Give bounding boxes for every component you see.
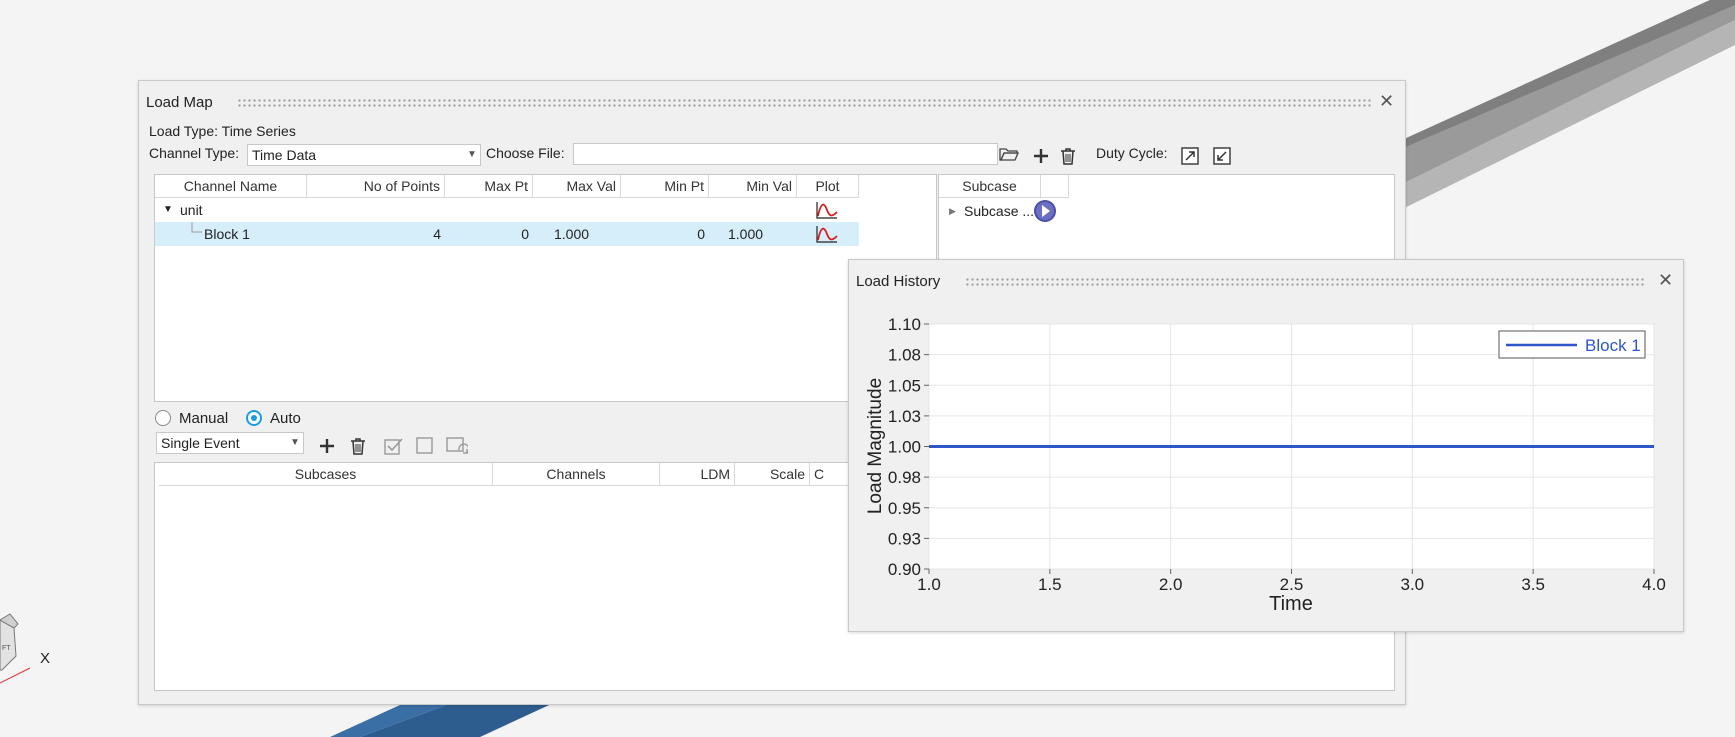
uncheck-all-icon[interactable] — [414, 435, 436, 457]
choose-file-input[interactable] — [573, 143, 998, 165]
auto-label: Auto — [270, 410, 301, 427]
duty-cycle-label: Duty Cycle: — [1096, 145, 1168, 161]
background-beam-top-right — [1380, 0, 1735, 220]
x-tick-label: 4.0 — [1642, 575, 1666, 594]
x-tick-label: 1.0 — [917, 575, 941, 594]
add-icon[interactable] — [316, 435, 338, 457]
play-icon[interactable] — [1033, 199, 1057, 229]
column-header-subcases[interactable]: Subcases — [159, 463, 493, 486]
column-header-channel-name[interactable]: Channel Name — [155, 175, 307, 198]
load-history-dialog: Load History ✕ 1.10 1.08 1.05 1.03 1.00 0.98 0… — [848, 259, 1684, 632]
column-header-scale[interactable]: Scale — [735, 463, 810, 486]
delete-icon[interactable] — [347, 435, 369, 457]
subcase-name: Subcase ... — [964, 203, 1035, 219]
y-tick-label: 1.05 — [888, 376, 921, 395]
add-icon[interactable] — [1030, 145, 1052, 167]
load-type-label: Load Type: Time Series — [149, 123, 296, 139]
svg-text:FT: FT — [2, 645, 11, 652]
max-pt-cell: 0 — [521, 226, 529, 242]
column-header-channels[interactable]: Channels — [493, 463, 660, 486]
y-tick-label: 1.00 — [888, 438, 921, 457]
column-header-max-val[interactable]: Max Val — [533, 175, 621, 198]
subcase-row[interactable]: ▶ Subcase ... — [939, 198, 1394, 224]
channel-type-label: Channel Type: — [149, 145, 240, 161]
event-type-value: Single Event — [161, 435, 240, 451]
column-header-ldm[interactable]: LDM — [660, 463, 735, 486]
choose-file-label: Choose File: — [486, 145, 565, 161]
x-tick-label: 2.0 — [1159, 575, 1183, 594]
column-header-c[interactable]: C — [810, 463, 850, 486]
load-map-close-icon[interactable]: ✕ — [1379, 92, 1394, 110]
load-history-title: Load History — [856, 273, 941, 290]
y-tick-label: 0.90 — [888, 560, 921, 579]
folder-open-icon[interactable] — [998, 143, 1020, 165]
channel-table: Channel Name No of Points Max Pt Max Val… — [154, 174, 937, 402]
auto-radio[interactable] — [246, 410, 262, 426]
plot-icon[interactable] — [815, 224, 839, 250]
load-map-drag-handle[interactable] — [237, 98, 1372, 108]
check-all-icon[interactable] — [383, 435, 405, 457]
column-header-plot[interactable]: Plot — [797, 175, 859, 198]
x-axis-label: Time — [1269, 593, 1313, 615]
column-header-min-pt[interactable]: Min Pt — [621, 175, 709, 198]
x-tick-label: 3.5 — [1521, 575, 1545, 594]
min-val-cell: 1.000 — [728, 226, 764, 242]
column-header-subcase[interactable]: Subcase — [939, 175, 1041, 198]
group-name: unit — [180, 202, 203, 218]
expand-triangle-icon[interactable]: ▼ — [163, 199, 173, 221]
max-val-cell: 1.000 — [554, 226, 590, 242]
expand-triangle-icon[interactable]: ▶ — [949, 200, 956, 222]
chart-svg: 1.10 1.08 1.05 1.03 1.00 0.98 0.95 0.93 0.901.0 1… — [865, 315, 1666, 615]
refresh-icon[interactable] — [446, 435, 468, 457]
channel-type-select[interactable]: Time Data ▼ — [247, 144, 481, 166]
load-map-title: Load Map — [146, 94, 213, 111]
x-tick-label: 2.5 — [1280, 575, 1304, 594]
y-tick-label: 0.93 — [888, 529, 921, 548]
column-header-blank — [1041, 175, 1069, 198]
chevron-down-icon: ▼ — [290, 437, 300, 448]
no-of-points-cell: 4 — [433, 226, 441, 242]
y-tick-label: 1.08 — [888, 346, 921, 365]
manual-radio[interactable] — [155, 410, 171, 426]
chart-legend: Block 1 — [1498, 330, 1646, 359]
chevron-down-icon: ▼ — [467, 149, 477, 160]
y-tick-label: 1.10 — [888, 315, 921, 334]
column-header-max-pt[interactable]: Max Pt — [445, 175, 533, 198]
column-header-min-val[interactable]: Min Val — [709, 175, 797, 198]
x-tick-label: 1.5 — [1038, 575, 1062, 594]
y-tick-label: 0.98 — [888, 468, 921, 487]
y-axis-label: Load Magnitude — [865, 378, 886, 514]
channel-type-value: Time Data — [252, 147, 317, 163]
import-icon[interactable] — [1211, 145, 1233, 167]
load-history-chart: 1.10 1.08 1.05 1.03 1.00 0.98 0.95 0.93 0.90 1.0 1… — [849, 300, 1683, 630]
manual-label: Manual — [179, 410, 229, 427]
axis-x-label: X — [40, 650, 51, 667]
tree-row-unit[interactable]: ▼ unit — [155, 198, 859, 222]
x-tick-label: 3.0 — [1401, 575, 1425, 594]
event-type-select[interactable]: Single Event ▼ — [156, 432, 304, 454]
y-tick-label: 1.03 — [888, 407, 921, 426]
delete-icon[interactable] — [1057, 145, 1079, 167]
table-row[interactable]: Block 1 4 0 1.000 0 1.000 — [155, 222, 859, 246]
export-icon[interactable] — [1179, 145, 1201, 167]
load-history-close-icon[interactable]: ✕ — [1658, 271, 1673, 289]
background-beam-bottom — [330, 700, 560, 737]
legend-label: Block 1 — [1585, 336, 1641, 355]
column-header-no-of-points[interactable]: No of Points — [307, 175, 445, 198]
axis-triad: FT X — [0, 610, 60, 690]
y-tick-label: 0.95 — [888, 499, 921, 518]
min-pt-cell: 0 — [697, 226, 705, 242]
channel-name-cell: Block 1 — [204, 226, 250, 242]
load-history-drag-handle[interactable] — [965, 277, 1645, 287]
